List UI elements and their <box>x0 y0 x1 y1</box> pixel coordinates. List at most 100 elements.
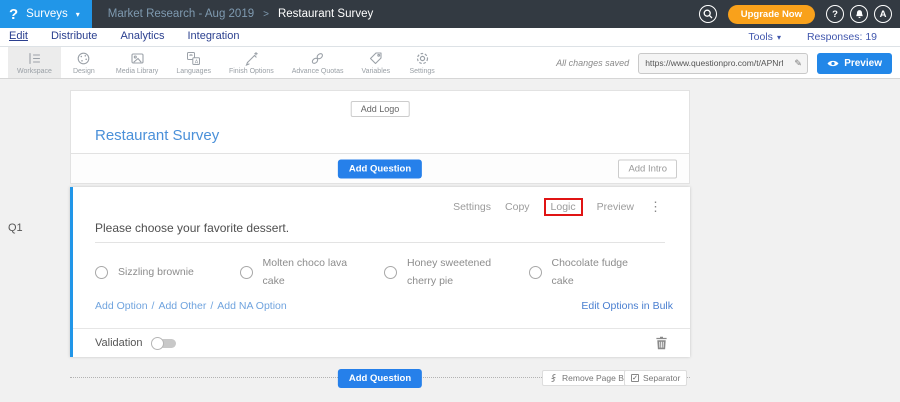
checkbox-checked-icon[interactable]: ✓ <box>631 374 639 382</box>
toolbar-right: All changes saved ✎ Preview <box>556 47 892 79</box>
breadcrumb: Market Research - Aug 2019 > Restaurant … <box>108 8 373 20</box>
kebab-menu-icon[interactable]: ⋮ <box>649 199 662 215</box>
languages-icon: A <box>186 51 201 66</box>
add-intro-button[interactable]: Add Intro <box>618 159 677 178</box>
toolbar-label-media-library: Media Library <box>116 68 158 75</box>
toolbar-item-media-library[interactable]: Media Library <box>107 47 167 78</box>
edit-url-pencil-icon[interactable]: ✎ <box>789 53 807 74</box>
toolbar-label-languages: Languages <box>176 68 211 75</box>
option-label[interactable]: Sizzling brownie <box>118 263 194 281</box>
add-question-row: Add Question Add Intro <box>70 154 690 184</box>
toolbar-label-variables: Variables <box>361 68 390 75</box>
question-actions: Settings Copy Logic Preview ⋮ <box>453 198 662 216</box>
option-chocolate-fudge-cake[interactable]: Chocolate fudge cake <box>529 254 674 291</box>
link-separator: / <box>152 300 155 312</box>
question-settings-link[interactable]: Settings <box>453 201 491 213</box>
radio-button-icon[interactable] <box>240 266 253 279</box>
advance-quotas-chain-icon <box>310 51 325 66</box>
question-logic-link-highlighted[interactable]: Logic <box>544 198 583 216</box>
trash-icon <box>655 336 668 350</box>
design-palette-icon <box>76 51 91 66</box>
radio-button-icon[interactable] <box>95 266 108 279</box>
toolbar-item-languages[interactable]: A Languages <box>167 47 220 78</box>
survey-title[interactable]: Restaurant Survey <box>95 127 219 144</box>
option-label[interactable]: Molten choco lava cake <box>263 254 363 291</box>
radio-button-icon[interactable] <box>384 266 397 279</box>
eye-icon <box>827 59 839 68</box>
save-status-text: All changes saved <box>556 58 629 68</box>
add-question-button-bottom[interactable]: Add Question <box>338 369 422 388</box>
search-button[interactable] <box>699 5 717 23</box>
toolbar-label-workspace: Workspace <box>17 68 52 75</box>
questionpro-logo-icon: ? <box>9 7 18 22</box>
question-preview-link[interactable]: Preview <box>597 201 634 213</box>
question-text-underline <box>95 242 665 243</box>
add-question-button[interactable]: Add Question <box>338 159 422 178</box>
option-label[interactable]: Chocolate fudge cake <box>552 254 652 291</box>
help-button[interactable]: ? <box>826 5 844 23</box>
delete-question-button[interactable] <box>655 336 668 350</box>
preview-button[interactable]: Preview <box>817 53 892 74</box>
responses-count[interactable]: Responses: 19 <box>807 31 877 43</box>
top-navigation-bar: ? Surveys ▾ Market Research - Aug 2019 >… <box>0 0 900 28</box>
breadcrumb-current: Restaurant Survey <box>278 8 373 20</box>
add-option-link[interactable]: Add Option <box>95 300 148 312</box>
separator-label: Separator <box>643 373 680 383</box>
validation-toggle[interactable] <box>151 337 176 350</box>
page-break-row: Add Question Remove Page Break ✓ Separat… <box>70 369 690 387</box>
add-other-link[interactable]: Add Other <box>158 300 206 312</box>
tab-integration[interactable]: Integration <box>187 30 239 43</box>
toolbar-label-finish-options: Finish Options <box>229 68 274 75</box>
option-label[interactable]: Honey sweetened cherry pie <box>407 254 507 291</box>
breadcrumb-parent[interactable]: Market Research - Aug 2019 <box>108 8 254 20</box>
upgrade-now-button[interactable]: Upgrade Now <box>728 5 815 24</box>
svg-text:A: A <box>195 59 199 65</box>
toolbar-item-workspace[interactable]: Workspace <box>8 47 61 78</box>
option-molten-choco-lava-cake[interactable]: Molten choco lava cake <box>240 254 385 291</box>
workspace-icon <box>27 51 42 66</box>
tab-edit[interactable]: Edit <box>9 30 28 43</box>
question-copy-link[interactable]: Copy <box>505 201 530 213</box>
bell-icon <box>854 9 865 20</box>
toolbar-item-variables[interactable]: Variables <box>352 47 399 78</box>
toolbar-item-finish-options[interactable]: Finish Options <box>220 47 283 78</box>
question-number-label: Q1 <box>8 222 23 234</box>
tools-menu[interactable]: Tools ▾ <box>748 31 781 43</box>
search-icon <box>702 8 714 20</box>
toolbar-item-design[interactable]: Design <box>61 47 107 78</box>
breadcrumb-separator-icon: > <box>263 9 269 20</box>
toggle-knob <box>151 337 164 350</box>
preview-button-label: Preview <box>844 58 882 69</box>
question-text[interactable]: Please choose your favorite dessert. <box>95 221 289 235</box>
survey-tab-bar: Edit Distribute Analytics Integration To… <box>0 28 900 47</box>
toolbar-label-settings: Settings <box>410 68 435 75</box>
separator-toggle[interactable]: ✓ Separator <box>624 370 687 386</box>
finish-options-pen-icon <box>244 51 259 66</box>
add-logo-button[interactable]: Add Logo <box>351 101 410 117</box>
option-honey-sweetened-cherry-pie[interactable]: Honey sweetened cherry pie <box>384 254 529 291</box>
edit-options-in-bulk-link[interactable]: Edit Options in Bulk <box>581 300 673 312</box>
variables-tag-icon <box>368 51 383 66</box>
toolbar-item-advance-quotas[interactable]: Advance Quotas <box>283 47 353 78</box>
question-footer: Validation <box>73 328 690 357</box>
option-sizzling-brownie[interactable]: Sizzling brownie <box>95 254 240 291</box>
question-card: Settings Copy Logic Preview ⋮ Please cho… <box>70 187 690 357</box>
option-links-row: Add Option / Add Other / Add NA Option E… <box>95 300 673 312</box>
survey-header-card: Add Logo Restaurant Survey <box>70 90 690 154</box>
validation-label: Validation <box>95 337 143 349</box>
settings-gear-icon <box>415 51 430 66</box>
add-na-option-link[interactable]: Add NA Option <box>217 300 286 312</box>
account-avatar[interactable]: A <box>874 5 892 23</box>
radio-button-icon[interactable] <box>529 266 542 279</box>
toolbar-item-settings[interactable]: Settings <box>399 47 445 78</box>
tabbar-right: Tools ▾ Responses: 19 <box>748 31 891 43</box>
notifications-button[interactable] <box>850 5 868 23</box>
remove-page-break-icon <box>549 373 558 383</box>
tab-analytics[interactable]: Analytics <box>120 30 164 43</box>
surveys-menu[interactable]: ? Surveys ▾ <box>0 0 92 28</box>
tab-distribute[interactable]: Distribute <box>51 30 97 43</box>
media-library-icon <box>130 51 145 66</box>
toolbar-label-design: Design <box>73 68 95 75</box>
survey-url-input[interactable] <box>639 58 789 68</box>
answer-options: Sizzling brownie Molten choco lava cake … <box>95 254 673 291</box>
